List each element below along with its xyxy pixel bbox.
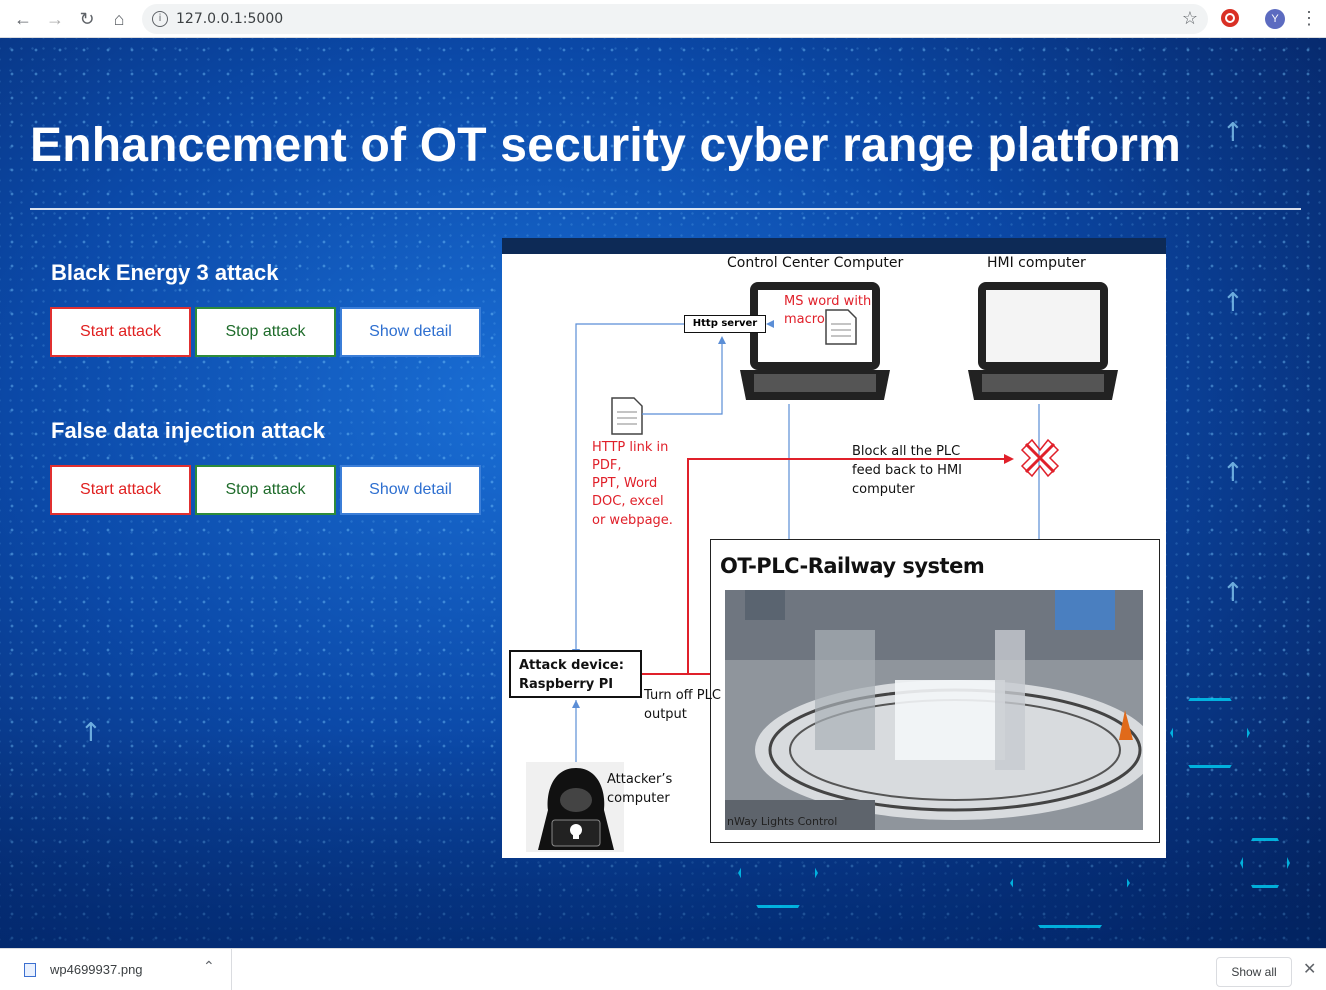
- block-label-1: Block all the PLC: [852, 444, 961, 459]
- show-detail-button[interactable]: Show detail: [340, 307, 481, 357]
- back-icon[interactable]: ←: [10, 6, 36, 32]
- http-link-label-5: or webpage.: [592, 513, 673, 528]
- home-icon[interactable]: ⌂: [106, 6, 132, 32]
- railway-photo: nWay Lights Control: [725, 590, 1143, 830]
- stop-attack-button[interactable]: Stop attack: [195, 465, 336, 515]
- profile-avatar[interactable]: Y: [1265, 9, 1285, 29]
- plc-railway-box: OT-PLC-Railway system nWay Lights Contro…: [710, 539, 1160, 843]
- up-arrow-icon: ↑: [1222, 458, 1244, 488]
- attacker-label-1: Attacker’s: [607, 772, 673, 787]
- attack-device-box: Attack device: Raspberry PI: [509, 650, 642, 698]
- start-attack-button[interactable]: Start attack: [50, 307, 191, 357]
- menu-dots-icon[interactable]: ⋮: [1300, 8, 1318, 28]
- close-icon[interactable]: ✕: [1303, 959, 1316, 979]
- blocked-x-icon: [1020, 438, 1060, 478]
- chevron-up-icon[interactable]: ⌃: [203, 958, 215, 975]
- title-divider: [30, 208, 1301, 210]
- http-link-document-icon: [611, 397, 643, 435]
- attack-device-label-1: Attack device:: [519, 658, 624, 673]
- http-link-label-1: HTTP link in: [592, 440, 669, 455]
- attacker-label-2: computer: [607, 791, 670, 806]
- attack-diagram: Control Center Computer HMI computer MS …: [502, 238, 1166, 858]
- start-attack-button[interactable]: Start attack: [50, 465, 191, 515]
- ms-word-label: MS word with: [784, 294, 872, 309]
- up-arrow-icon: ↑: [80, 718, 102, 748]
- hmi-label: HMI computer: [987, 255, 1086, 271]
- url-text[interactable]: 127.0.0.1:5000: [176, 11, 283, 27]
- reload-icon[interactable]: ↻: [74, 6, 100, 32]
- section-title-false-data-injection: False data injection attack: [51, 418, 325, 443]
- image-file-icon: [24, 963, 36, 977]
- macro-label: macro: [784, 312, 825, 327]
- block-label-2: feed back to HMI: [852, 463, 962, 478]
- info-icon[interactable]: i: [152, 11, 168, 27]
- browser-toolbar: ← → ↻ ⌂ i 127.0.0.1:5000 ☆ Y ⋮: [0, 0, 1326, 38]
- download-bar: wp4699937.png ⌃ Show all ✕: [0, 948, 1326, 990]
- hmi-laptop-icon: [968, 282, 1118, 400]
- turn-off-label-2: output: [644, 707, 687, 722]
- download-item[interactable]: wp4699937.png ⌃: [0, 949, 232, 990]
- address-bar[interactable]: i 127.0.0.1:5000 ☆: [142, 4, 1208, 34]
- show-all-button[interactable]: Show all: [1216, 957, 1292, 987]
- photo-caption: nWay Lights Control: [727, 815, 837, 828]
- section-title-black-energy: Black Energy 3 attack: [51, 260, 279, 285]
- turn-off-label-1: Turn off PLC: [644, 688, 721, 703]
- block-label-3: computer: [852, 482, 915, 497]
- extension-icon[interactable]: [1221, 9, 1239, 27]
- up-arrow-icon: ↑: [1222, 118, 1244, 148]
- forward-icon[interactable]: →: [42, 6, 68, 32]
- up-arrow-icon: ↑: [1222, 288, 1244, 318]
- http-link-label-3: PPT, Word: [592, 476, 658, 491]
- control-center-label: Control Center Computer: [727, 255, 904, 271]
- download-file-name[interactable]: wp4699937.png: [50, 962, 143, 977]
- attack-device-label-2: Raspberry PI: [519, 677, 614, 692]
- page-background: ↑ ↑ ↑ ↑ ↑ Enhancement of OT security cyb…: [0, 38, 1326, 948]
- stop-attack-button[interactable]: Stop attack: [195, 307, 336, 357]
- hexagon-decoration: [1240, 838, 1290, 888]
- plc-title: OT-PLC-Railway system: [720, 554, 985, 578]
- show-detail-button[interactable]: Show detail: [340, 465, 481, 515]
- hexagon-decoration: [1170, 698, 1250, 768]
- up-arrow-icon: ↑: [1222, 578, 1244, 608]
- http-server-box: Http server: [684, 315, 766, 333]
- bookmark-star-icon[interactable]: ☆: [1182, 8, 1198, 29]
- http-link-label-2: PDF,: [592, 458, 622, 473]
- http-link-label-4: DOC, excel: [592, 494, 664, 509]
- page-title: Enhancement of OT security cyber range p…: [30, 119, 1182, 172]
- document-icon: [825, 309, 857, 345]
